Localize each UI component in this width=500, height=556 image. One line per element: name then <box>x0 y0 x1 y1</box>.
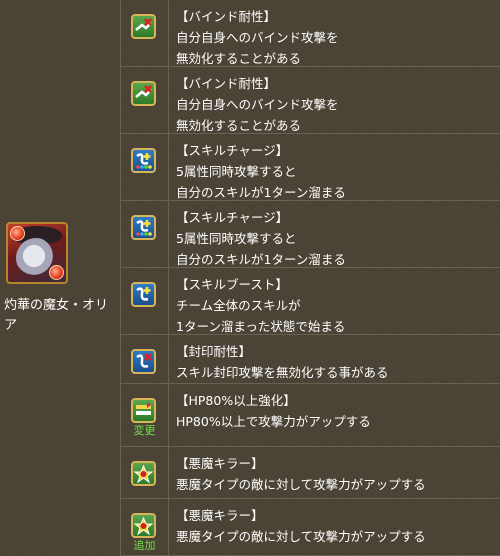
awakening-description-line: スキル封印攻撃を無効化する事がある <box>176 365 389 380</box>
character-name-line1: 灼華の魔女・オリ <box>4 298 109 313</box>
awakening-description: 【封印耐性】スキル封印攻撃を無効化する事がある <box>176 335 500 388</box>
awakening-description-line: 無効化することがある <box>176 51 302 66</box>
awakening-status-tag: 追加 <box>133 539 156 552</box>
awakening-icon-cell: 追加 <box>121 499 169 555</box>
awakening-description: 【バインド耐性】自分自身へのバインド攻撃を 無効化することがある <box>176 67 500 141</box>
awakening-description-line: 自分自身へのバインド攻撃を <box>176 97 339 112</box>
awakening-title: 【HP80%以上強化】 <box>176 393 296 408</box>
awakening-row: 【バインド耐性】自分自身へのバインド攻撃を 無効化することがある <box>121 67 500 134</box>
awakening-row: 【悪魔キラー】悪魔タイプの敵に対して攻撃力がアップする <box>121 447 500 499</box>
awakening-title: 【悪魔キラー】 <box>176 508 264 523</box>
devil-killer-icon[interactable] <box>131 461 156 486</box>
character-column: 灼華の魔女・オリ ア <box>0 0 121 556</box>
skill-charge-icon[interactable] <box>131 215 156 240</box>
awakening-description-line: 自分のスキルが1ターン溜まる <box>176 252 346 267</box>
awakening-title: 【バインド耐性】 <box>176 76 277 91</box>
awakening-status-tag: 変更 <box>133 424 156 437</box>
character-name-line2: ア <box>4 318 18 333</box>
awakening-row: 【スキルブースト】 チーム全体のスキルが 1ターン溜まった状態で始まる <box>121 268 500 335</box>
awakening-description: 【スキルブースト】 チーム全体のスキルが 1ターン溜まった状態で始まる <box>176 268 500 342</box>
awakening-row: 【バインド耐性】自分自身へのバインド攻撃を 無効化することがある <box>121 0 500 67</box>
awakening-description-line: 自分のスキルが1ターン溜まる <box>176 185 346 200</box>
awakening-description-line: 自分自身へのバインド攻撃を <box>176 30 339 45</box>
awakening-icon-cell <box>121 335 169 383</box>
awakening-icon-cell <box>121 447 169 498</box>
awakening-title: 【スキルブースト】 <box>176 277 288 292</box>
attribute-orb-icon <box>10 226 25 241</box>
awakening-title: 【スキルチャージ】 <box>176 143 289 158</box>
character-name: 灼華の魔女・オリ ア <box>4 296 116 336</box>
awakening-description-line: 悪魔タイプの敵に対して攻撃力がアップする <box>176 477 426 492</box>
awakening-icon-cell <box>121 67 169 133</box>
awakening-title: 【封印耐性】 <box>176 344 252 359</box>
awakening-description-line: 5属性同時攻撃すると <box>176 164 297 179</box>
bind-resist-icon[interactable] <box>131 81 156 106</box>
awakening-description-line: 無効化することがある <box>176 118 302 133</box>
awakening-row: 【封印耐性】スキル封印攻撃を無効化する事がある <box>121 335 500 384</box>
awakening-description-line: 1ターン溜まった状態で始まる <box>176 319 346 334</box>
character-portrait[interactable] <box>6 222 68 284</box>
awakening-row: 追加 【悪魔キラー】悪魔タイプの敵に対して攻撃力がアップする <box>121 499 500 556</box>
bind-resist-icon[interactable] <box>131 14 156 39</box>
skill-bind-resist-icon[interactable] <box>131 349 156 374</box>
awakening-description-line: HP80%以上で攻撃力がアップする <box>176 414 371 429</box>
awakening-row: 【スキルチャージ】 5属性同時攻撃すると自分のスキルが1ターン溜まる <box>121 201 500 268</box>
awakening-icon-cell <box>121 268 169 334</box>
devil-killer-icon[interactable] <box>131 513 156 538</box>
awakening-description: 【HP80%以上強化】 HP80%以上で攻撃力がアップする <box>176 384 500 437</box>
awakening-list: 【バインド耐性】 自分自身へのバインド攻撃を 無効化することがある 【バインド耐性】自… <box>121 0 500 556</box>
awakening-icon-cell <box>121 0 169 66</box>
hp80-enhance-icon[interactable] <box>131 398 156 423</box>
awakening-icon-cell: 変更 <box>121 384 169 446</box>
awakening-description: 【スキルチャージ】 5属性同時攻撃すると自分のスキルが1ターン溜まる <box>176 201 500 275</box>
awakening-description-line: チーム全体のスキルが <box>176 298 301 313</box>
awakening-description: 【バインド耐性】自分自身へのバインド攻撃を 無効化することがある <box>176 0 500 74</box>
awakening-description: 【スキルチャージ】 5属性同時攻撃すると自分のスキルが1ターン溜まる <box>176 134 500 208</box>
sub-attribute-orb-icon <box>49 265 64 280</box>
awakening-title: 【スキルチャージ】 <box>176 210 289 225</box>
skill-boost-icon[interactable] <box>131 282 156 307</box>
skill-charge-icon[interactable] <box>131 148 156 173</box>
awakening-icon-cell <box>121 201 169 267</box>
awakening-row: 変更 【HP80%以上強化】 HP80%以上で攻撃力がアップする <box>121 384 500 447</box>
awakening-title: 【悪魔キラー】 <box>176 456 264 471</box>
awakening-description-line: 5属性同時攻撃すると <box>176 231 297 246</box>
awakening-description-line: 悪魔タイプの敵に対して攻撃力がアップする <box>176 529 426 544</box>
awakening-row: 【スキルチャージ】 5属性同時攻撃すると自分のスキルが1ターン溜まる <box>121 134 500 201</box>
awakening-table: 灼華の魔女・オリ ア 【バインド耐性】 自分自身へのバインド攻撃を 無効化することが… <box>0 0 500 556</box>
awakening-title: 【バインド耐性】 <box>176 9 277 24</box>
awakening-description: 【悪魔キラー】悪魔タイプの敵に対して攻撃力がアップする <box>176 499 500 552</box>
awakening-icon-cell <box>121 134 169 200</box>
awakening-description: 【悪魔キラー】悪魔タイプの敵に対して攻撃力がアップする <box>176 447 500 500</box>
